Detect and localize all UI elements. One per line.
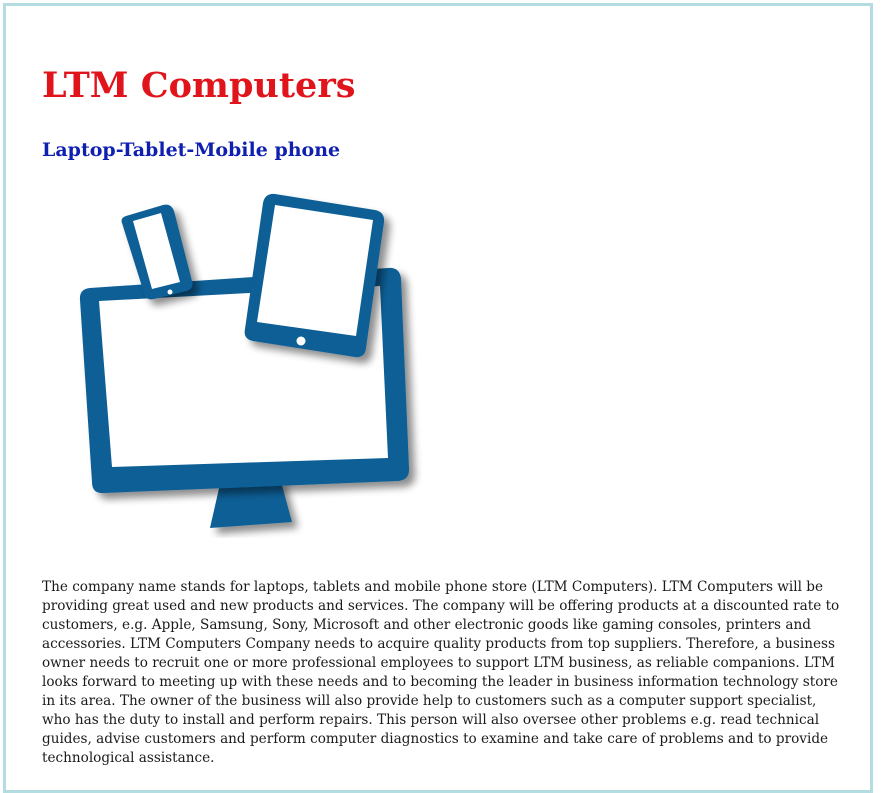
page-title: LTM Computers	[42, 65, 356, 106]
tablet-shape	[244, 193, 385, 358]
intro-paragraph: The company name stands for laptops, tab…	[42, 579, 840, 766]
page-subtitle: Laptop-Tablet-Mobile phone	[42, 139, 341, 161]
devices-illustration	[70, 188, 430, 538]
devices-icon	[79, 193, 410, 528]
